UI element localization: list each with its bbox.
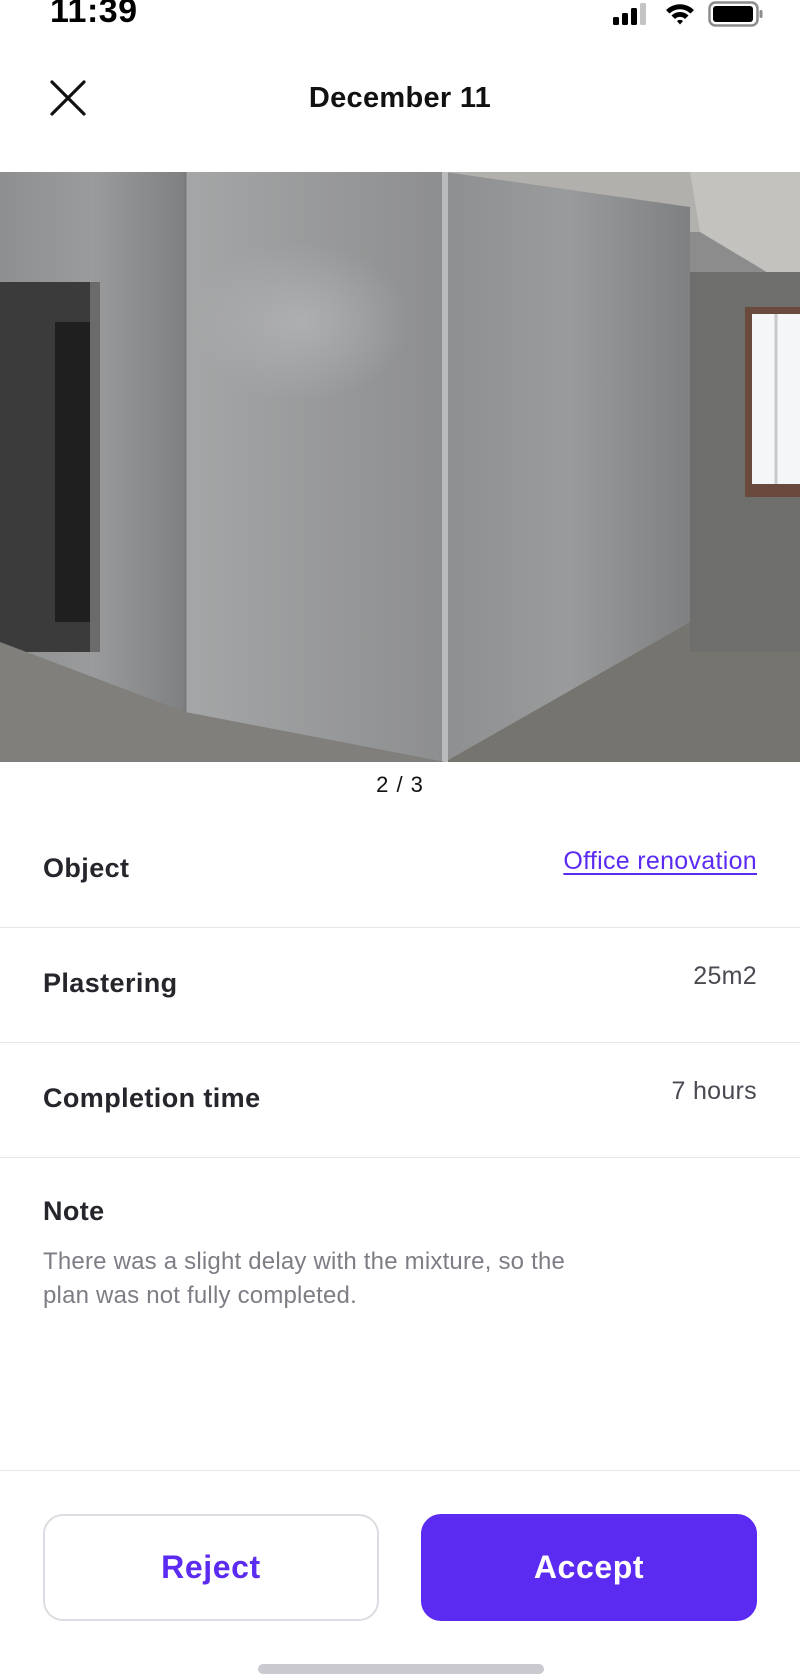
home-indicator	[258, 1664, 544, 1674]
detail-row-completion-time: Completion time 7 hours	[0, 1043, 800, 1158]
page-title: December 11	[308, 82, 492, 114]
plastering-label: Plastering	[43, 968, 178, 998]
header: December 11	[0, 56, 800, 146]
battery-icon	[708, 1, 764, 27]
detail-row-object: Object Office renovation	[0, 813, 800, 928]
status-time: 11:39	[50, 0, 138, 30]
accept-button[interactable]: Accept	[421, 1514, 757, 1621]
reject-button[interactable]: Reject	[43, 1514, 379, 1621]
status-bar: 11:39	[0, 0, 800, 40]
cellular-signal-icon	[612, 2, 652, 26]
divider	[0, 1470, 800, 1471]
photo-pager: 2 / 3	[376, 772, 424, 797]
completion-time-value: 7 hours	[671, 1077, 757, 1105]
note-section: Note There was a slight delay with the m…	[43, 1196, 743, 1313]
wifi-icon	[664, 2, 696, 26]
plastering-value: 25m2	[693, 962, 757, 990]
note-text: There was a slight delay with the mixtur…	[43, 1248, 566, 1309]
note-title: Note	[43, 1196, 105, 1226]
object-link[interactable]: Office renovation	[563, 847, 757, 876]
completion-time-label: Completion time	[43, 1083, 261, 1113]
status-icons	[612, 0, 764, 28]
object-label: Object	[43, 853, 130, 883]
detail-row-plastering: Plastering 25m2	[0, 928, 800, 1043]
concrete-wall-photo[interactable]	[0, 172, 800, 762]
